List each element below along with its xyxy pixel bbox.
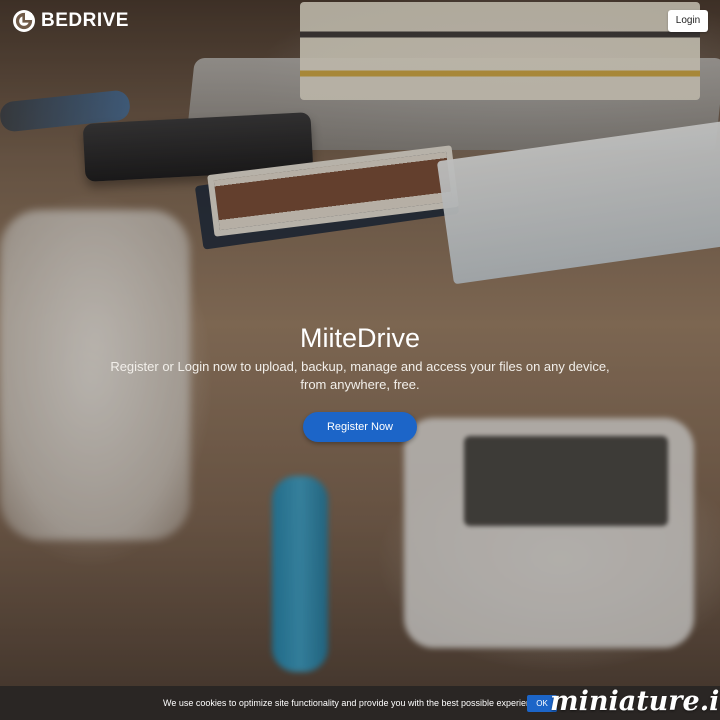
logo-text: BEDRIVE bbox=[41, 10, 129, 31]
site-logo[interactable]: BEDRIVE bbox=[12, 9, 129, 33]
bedrive-logo-icon bbox=[13, 10, 35, 32]
landing-page: BEDRIVE Login MiiteDrive Register or Log… bbox=[0, 0, 720, 720]
hero-title: MiiteDrive bbox=[299, 323, 420, 353]
register-now-button[interactable]: Register Now bbox=[303, 412, 417, 442]
cookie-message: We use cookies to optimize site function… bbox=[163, 698, 544, 708]
login-button[interactable]: Login bbox=[668, 10, 708, 32]
watermark: miniature.io bbox=[550, 686, 720, 717]
hero-subtitle: Register or Login now to upload, backup,… bbox=[110, 359, 610, 392]
